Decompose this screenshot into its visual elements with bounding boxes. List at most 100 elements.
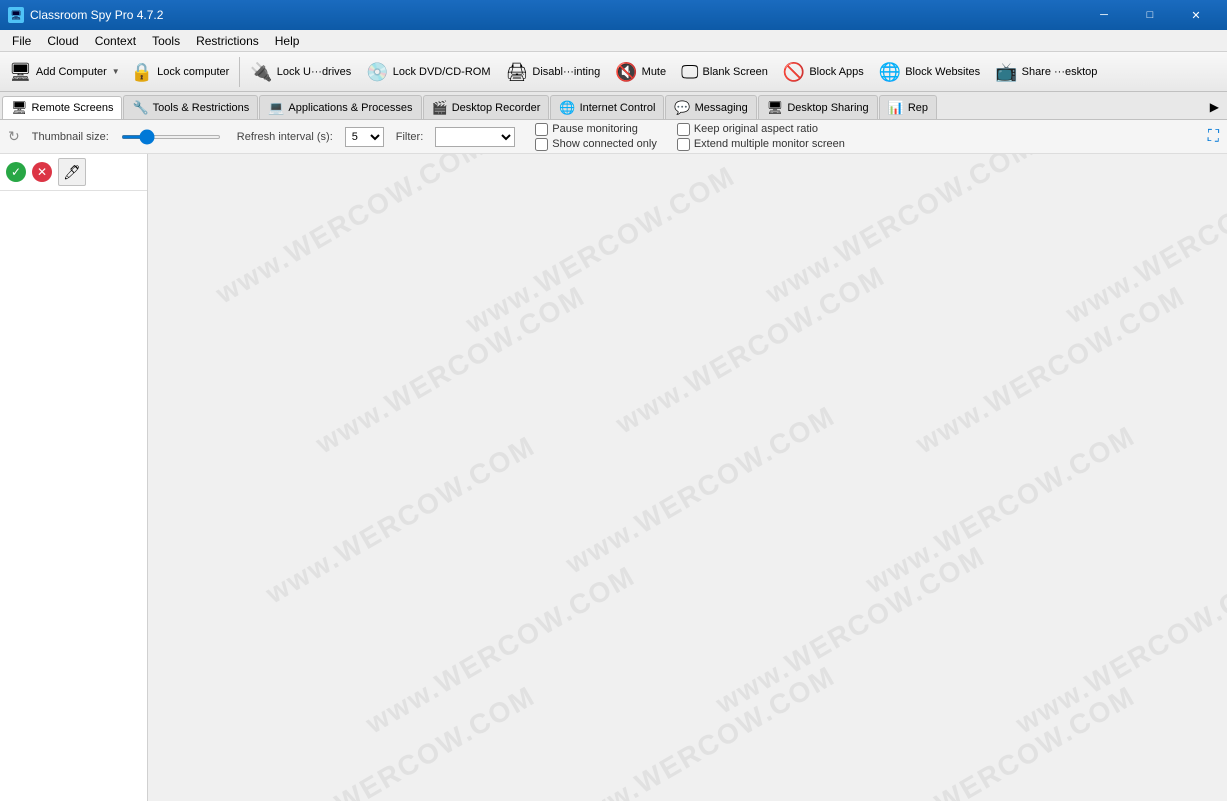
app-icon: 🖥 bbox=[8, 7, 24, 23]
disable-printing-label: Disabl···inting bbox=[532, 66, 600, 78]
rep-tab-label: Rep bbox=[908, 102, 928, 114]
internet-control-tab-label: Internet Control bbox=[580, 102, 656, 114]
watermark-0: www.WERCOW.COM bbox=[210, 154, 490, 310]
tab-tools-restrictions[interactable]: 🔧 Tools & Restrictions bbox=[123, 95, 258, 119]
block-apps-button[interactable]: 🚫Block Apps bbox=[776, 54, 871, 90]
watermark-4: www.WERCOW.COM bbox=[310, 280, 590, 460]
lock-computer-button[interactable]: 🔒Lock computer bbox=[124, 54, 237, 90]
main-area: ✓ ✕ 🖊 www.WERCOW.COMwww.WERCOW.COMwww.WE… bbox=[0, 154, 1227, 801]
filter-select[interactable] bbox=[435, 127, 515, 147]
applications-processes-tab-label: Applications & Processes bbox=[288, 102, 412, 114]
tab-remote-screens[interactable]: 🖥 Remote Screens bbox=[2, 96, 122, 120]
extend-monitor-row[interactable]: Extend multiple monitor screen bbox=[677, 138, 845, 151]
window-title: Classroom Spy Pro 4.7.2 bbox=[30, 8, 1081, 22]
share-desktop-button[interactable]: 📺 Share ···esktop bbox=[988, 54, 1104, 90]
tab-internet-control[interactable]: 🌐 Internet Control bbox=[550, 95, 664, 119]
watermark-6: www.WERCOW.COM bbox=[910, 280, 1190, 460]
maximize-button[interactable]: □ bbox=[1127, 0, 1173, 30]
content-area: www.WERCOW.COMwww.WERCOW.COMwww.WERCOW.C… bbox=[148, 154, 1227, 801]
blank-screen-button[interactable]: 🖵Blank Screen bbox=[674, 54, 775, 90]
options-right: ⛶ bbox=[1208, 128, 1219, 146]
refresh-interval-label: Refresh interval (s): bbox=[237, 131, 333, 143]
watermark-8: www.WERCOW.COM bbox=[560, 400, 840, 580]
tabs-scroll-arrow[interactable]: ▶ bbox=[1204, 95, 1225, 119]
show-connected-checkbox[interactable] bbox=[535, 138, 548, 151]
share-desktop-icon: 📺 bbox=[995, 63, 1017, 81]
watermark-11: www.WERCOW.COM bbox=[710, 540, 990, 720]
watermark-5: www.WERCOW.COM bbox=[610, 260, 890, 440]
lock-dvd-icon: 💿 bbox=[366, 63, 388, 81]
remote-screens-tab-label: Remote Screens bbox=[32, 102, 114, 114]
extend-monitor-label: Extend multiple monitor screen bbox=[694, 138, 845, 150]
tab-rep[interactable]: 📊 Rep bbox=[879, 95, 937, 119]
red-x-button[interactable]: ✕ bbox=[32, 162, 52, 182]
lock-usb-icon: 🔌 bbox=[250, 63, 272, 81]
menu-item-tools[interactable]: Tools bbox=[144, 30, 188, 52]
pause-monitoring-checkbox[interactable] bbox=[535, 123, 548, 136]
desktop-recorder-tab-label: Desktop Recorder bbox=[452, 102, 541, 114]
title-bar: 🖥 Classroom Spy Pro 4.7.2 ─ □ ✕ bbox=[0, 0, 1227, 30]
menu-item-restrictions[interactable]: Restrictions bbox=[188, 30, 267, 52]
tools-restrictions-tab-icon: 🔧 bbox=[132, 100, 148, 116]
minimize-button[interactable]: ─ bbox=[1081, 0, 1127, 30]
desktop-sharing-tab-icon: 🖥 bbox=[767, 100, 784, 116]
block-websites-button[interactable]: 🌐Block Websites bbox=[872, 54, 987, 90]
keep-aspect-row[interactable]: Keep original aspect ratio bbox=[677, 123, 845, 136]
refresh-icon[interactable]: ↻ bbox=[8, 128, 20, 145]
watermark-3: www.WERCOW.COM bbox=[1060, 154, 1227, 330]
desktop-recorder-tab-icon: 🎬 bbox=[432, 100, 448, 116]
watermark-9: www.WERCOW.COM bbox=[860, 420, 1140, 600]
options-row: ↻ Thumbnail size: Refresh interval (s): … bbox=[0, 120, 1227, 154]
internet-control-tab-icon: 🌐 bbox=[559, 100, 575, 116]
rep-tab-icon: 📊 bbox=[888, 100, 904, 116]
block-websites-icon: 🌐 bbox=[879, 63, 901, 81]
share-desktop-label: Share ···esktop bbox=[1022, 66, 1098, 78]
tab-desktop-sharing[interactable]: 🖥Desktop Sharing bbox=[758, 95, 878, 119]
lock-usb-button[interactable]: 🔌 Lock U···drives bbox=[243, 54, 358, 90]
toolbar-separator bbox=[239, 57, 240, 87]
menu-item-cloud[interactable]: Cloud bbox=[39, 30, 86, 52]
lock-dvd-label: Lock DVD/CD-ROM bbox=[393, 66, 491, 78]
window-controls: ─ □ ✕ bbox=[1081, 0, 1219, 30]
show-connected-label: Show connected only bbox=[552, 138, 657, 150]
lock-computer-label: Lock computer bbox=[157, 66, 229, 78]
green-check-button[interactable]: ✓ bbox=[6, 162, 26, 182]
tab-applications-processes[interactable]: 💻 Applications & Processes bbox=[259, 95, 421, 119]
tab-messaging[interactable]: 💬Messaging bbox=[665, 95, 756, 119]
mute-label: Mute bbox=[642, 66, 666, 78]
thumbnail-range-input[interactable] bbox=[121, 135, 221, 139]
watermark-15: www.WERCOW.COM bbox=[860, 680, 1140, 801]
desktop-sharing-tab-label: Desktop Sharing bbox=[787, 102, 868, 114]
tabs-row: 🖥 Remote Screens 🔧 Tools & Restrictions 💻 App… bbox=[0, 92, 1227, 120]
add-computer-arrow[interactable]: ▼ bbox=[112, 67, 120, 76]
show-connected-row[interactable]: Show connected only bbox=[535, 138, 657, 151]
applications-processes-tab-icon: 💻 bbox=[268, 100, 284, 116]
tools-restrictions-tab-label: Tools & Restrictions bbox=[153, 102, 250, 114]
pause-monitoring-row[interactable]: Pause monitoring bbox=[535, 123, 657, 136]
sidebar-tool-button[interactable]: 🖊 bbox=[58, 158, 86, 186]
blank-screen-label: Blank Screen bbox=[702, 66, 767, 78]
extend-monitor-checkbox[interactable] bbox=[677, 138, 690, 151]
tab-desktop-recorder[interactable]: 🎬 Desktop Recorder bbox=[423, 95, 550, 119]
toolbar: 🖥Add Computer▼🔒Lock computer 🔌 Lock U···dr… bbox=[0, 52, 1227, 92]
watermark-7: www.WERCOW.COM bbox=[260, 430, 540, 610]
remote-screens-tab-icon: 🖥 bbox=[11, 100, 28, 116]
disable-printing-button[interactable]: 🖨Disabl···inting bbox=[499, 54, 608, 90]
close-button[interactable]: ✕ bbox=[1173, 0, 1219, 30]
pause-monitoring-label: Pause monitoring bbox=[552, 123, 638, 135]
add-computer-button[interactable]: 🖥Add Computer▼ bbox=[2, 54, 123, 90]
keep-aspect-checkbox[interactable] bbox=[677, 123, 690, 136]
menu-item-help[interactable]: Help bbox=[267, 30, 308, 52]
filter-label: Filter: bbox=[396, 131, 424, 143]
menu-item-context[interactable]: Context bbox=[87, 30, 144, 52]
lock-usb-label: Lock U···drives bbox=[277, 66, 352, 78]
thumbnail-size-slider[interactable] bbox=[121, 128, 221, 146]
watermark-14: www.WERCOW.COM bbox=[560, 660, 840, 801]
lock-dvd-button[interactable]: 💿 Lock DVD/CD-ROM bbox=[359, 54, 497, 90]
menu-bar: FileCloudContextToolsRestrictionsHelp bbox=[0, 30, 1227, 52]
refresh-interval-select[interactable]: 123510153060 bbox=[345, 127, 384, 147]
menu-item-file[interactable]: File bbox=[4, 30, 39, 52]
mute-button[interactable]: 🔇Mute bbox=[608, 54, 673, 90]
sidebar: ✓ ✕ 🖊 bbox=[0, 154, 148, 801]
fullscreen-icon[interactable]: ⛶ bbox=[1208, 128, 1219, 145]
